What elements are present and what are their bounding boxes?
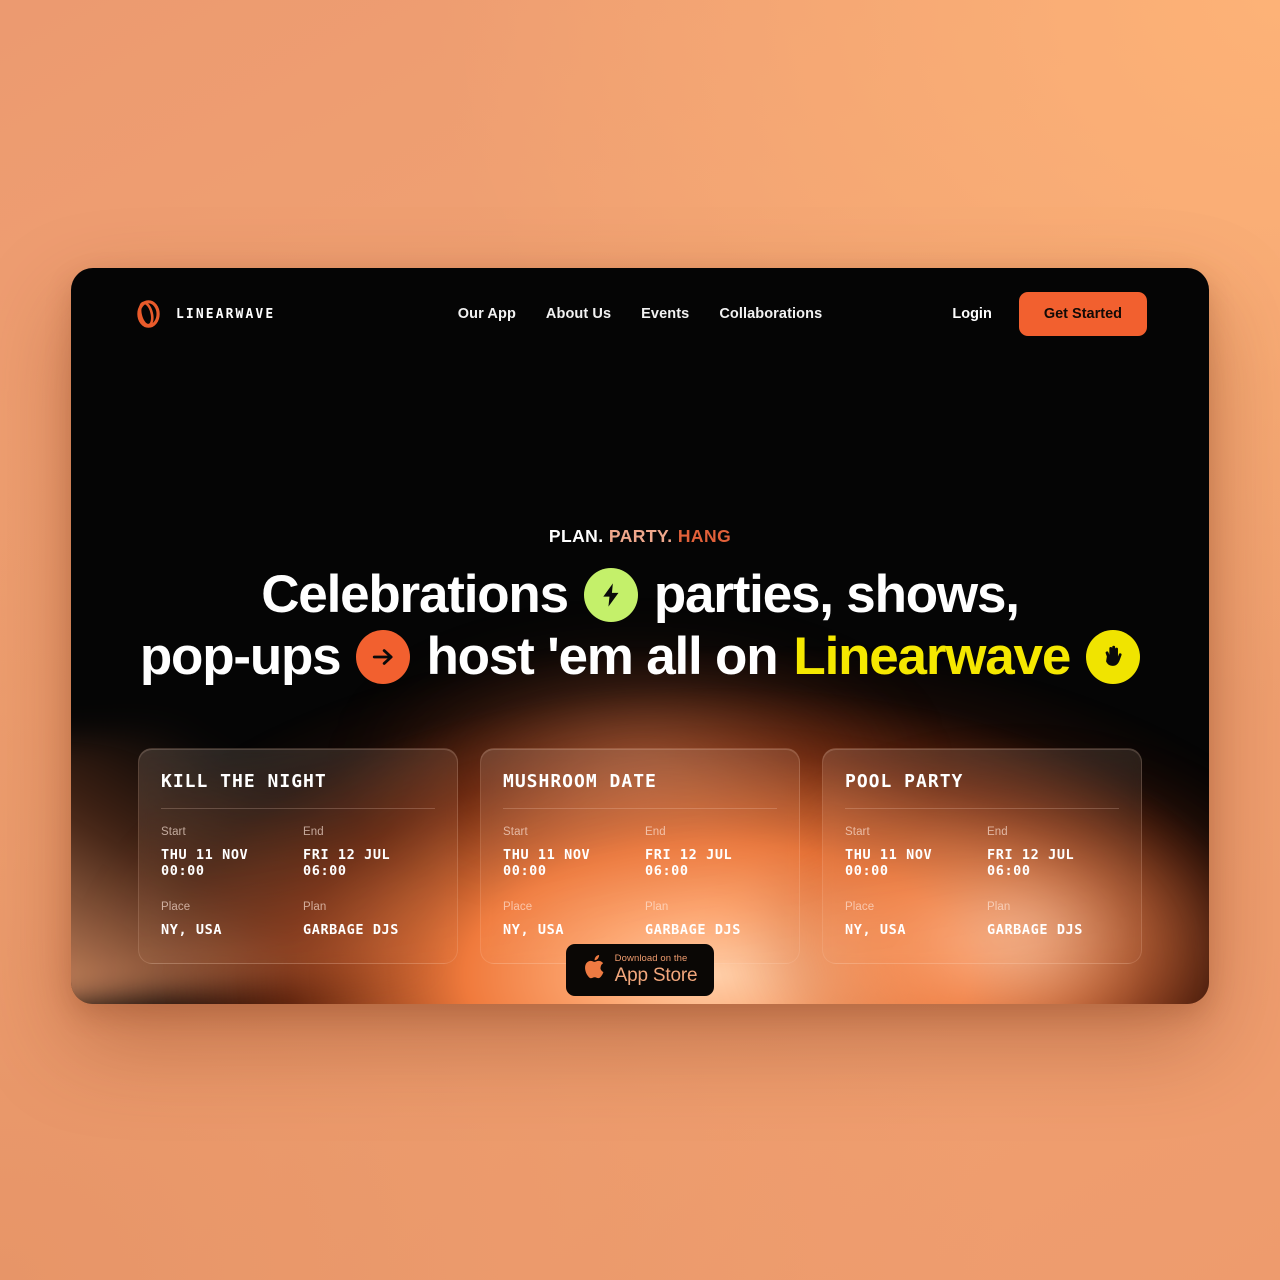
start-label: Start — [161, 826, 186, 838]
hero-eyebrow: PLAN. PARTY. HANG — [71, 526, 1209, 547]
arrow-right-icon — [356, 630, 411, 685]
plan-label: Plan — [645, 901, 669, 914]
waving-hand-icon — [1086, 630, 1141, 685]
event-card[interactable]: MUSHROOM DATE Start End THU 11 NOV 00:00… — [480, 748, 800, 964]
app-store-wrap: Download on the App Store — [71, 944, 1209, 996]
headline-accent-linearwave: Linearwave — [793, 627, 1071, 687]
end-value: FRI 12 JUL 06:00 — [987, 846, 1075, 880]
end-label: End — [645, 826, 666, 838]
eyebrow-plan: PLAN. — [548, 526, 604, 546]
event-card-title: MUSHROOM DATE — [503, 771, 777, 809]
app-store-name: App Store — [614, 965, 698, 987]
plan-label: Plan — [303, 901, 327, 914]
event-card-title: POOL PARTY — [845, 771, 1119, 809]
app-store-button[interactable]: Download on the App Store — [565, 944, 715, 996]
place-label: Place — [845, 901, 875, 914]
eyebrow-hang: HANG — [672, 526, 732, 546]
start-label: Start — [503, 826, 528, 838]
hero-section: PLAN. PARTY. HANG Celebrations parties, … — [71, 268, 1209, 687]
event-card[interactable]: POOL PARTY Start End THU 11 NOV 00:00 FR… — [822, 748, 1142, 964]
plan-value: GARBAGE DJS — [645, 921, 742, 938]
lightning-bolt-icon — [583, 568, 638, 623]
end-value: FRI 12 JUL 06:00 — [645, 846, 733, 880]
event-card[interactable]: KILL THE NIGHT Start End THU 11 NOV 00:0… — [138, 748, 458, 964]
place-label: Place — [503, 901, 533, 914]
headline-text-popups: pop-ups — [139, 627, 342, 687]
hero-window: LINEARWAVE Our App About Us Events Colla… — [71, 268, 1209, 1004]
start-value: THU 11 NOV 00:00 — [503, 846, 591, 880]
place-value: NY, USA — [503, 921, 565, 938]
hero-headline: Celebrations parties, shows, pop-ups hos… — [71, 565, 1209, 687]
plan-value: GARBAGE DJS — [303, 921, 400, 938]
plan-label: Plan — [987, 901, 1011, 914]
headline-line-1: Celebrations parties, shows, — [71, 565, 1209, 624]
place-value: NY, USA — [845, 921, 907, 938]
headline-text-celebrations: Celebrations — [261, 565, 569, 624]
event-cards-row: KILL THE NIGHT Start End THU 11 NOV 00:0… — [71, 748, 1209, 964]
end-label: End — [303, 826, 324, 838]
app-store-tagline: Download on the — [614, 952, 688, 964]
start-label: Start — [845, 826, 870, 838]
apple-logo-icon — [583, 953, 607, 986]
headline-text-parties-shows: parties, shows, — [653, 565, 1020, 624]
plan-value: GARBAGE DJS — [987, 921, 1084, 938]
eyebrow-party: PARTY. — [603, 526, 673, 546]
place-value: NY, USA — [161, 921, 223, 938]
event-card-title: KILL THE NIGHT — [161, 771, 435, 809]
headline-text-host-em-all: host 'em all on — [426, 627, 778, 687]
place-label: Place — [161, 901, 191, 914]
start-value: THU 11 NOV 00:00 — [161, 846, 249, 880]
end-value: FRI 12 JUL 06:00 — [303, 846, 391, 880]
end-label: End — [987, 826, 1008, 838]
headline-line-2: pop-ups host 'em all on Linearwave — [71, 627, 1209, 687]
start-value: THU 11 NOV 00:00 — [845, 846, 933, 880]
